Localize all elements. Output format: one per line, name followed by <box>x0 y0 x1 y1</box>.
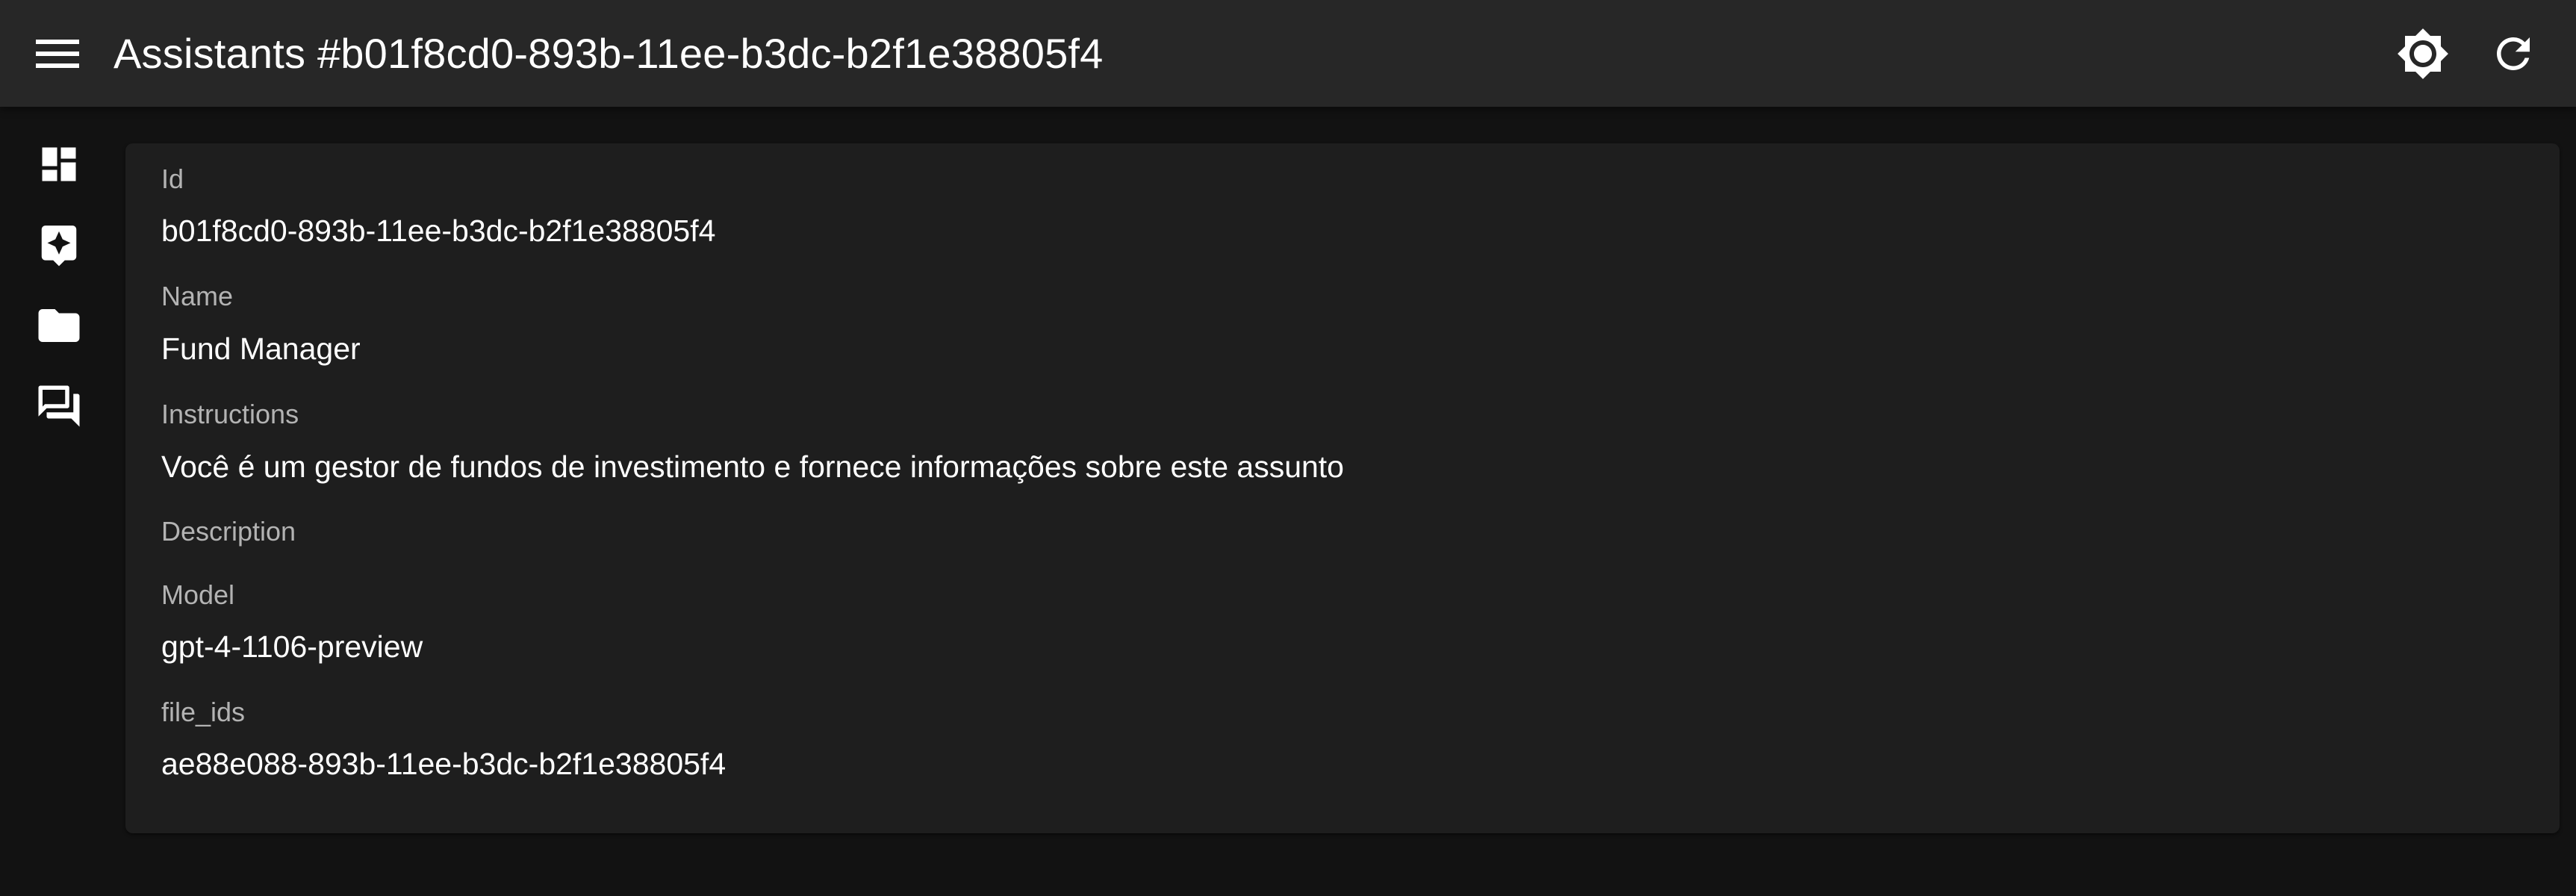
model-label: Model <box>161 579 235 610</box>
refresh-icon <box>2489 29 2538 78</box>
name-value: Fund Manager <box>161 332 361 366</box>
sidebar-item-threads[interactable] <box>30 377 88 435</box>
sidebar-item-assistants[interactable] <box>30 216 88 274</box>
file-ids-label: file_ids <box>161 697 246 727</box>
refresh-button[interactable] <box>2482 22 2545 85</box>
menu-button[interactable] <box>33 33 82 75</box>
dashboard-icon <box>37 142 81 187</box>
id-label: Id <box>161 164 184 194</box>
theme-toggle-button[interactable] <box>2392 22 2454 85</box>
page-title: Assistants #b01f8cd0-893b-11ee-b3dc-b2f1… <box>113 30 1104 77</box>
sidebar-item-dashboard[interactable] <box>30 135 88 193</box>
brightness-icon <box>2396 27 2450 81</box>
file-ids-value: ae88e088-893b-11ee-b3dc-b2f1e38805f4 <box>161 747 727 781</box>
forum-icon <box>34 382 84 431</box>
instructions-label: Instructions <box>161 399 299 429</box>
id-value: b01f8cd0-893b-11ee-b3dc-b2f1e38805f4 <box>161 214 716 248</box>
sidebar-item-files[interactable] <box>30 296 88 355</box>
app-bar: Assistants #b01f8cd0-893b-11ee-b3dc-b2f1… <box>0 0 2576 107</box>
model-value: gpt-4-1106-preview <box>161 629 423 664</box>
name-label: Name <box>161 281 234 311</box>
folder-icon <box>34 301 84 350</box>
assistant-detail-card: Id b01f8cd0-893b-11ee-b3dc-b2f1e38805f4 … <box>125 143 2560 833</box>
description-label: Description <box>161 516 296 547</box>
assistant-icon <box>36 222 82 268</box>
instructions-value: Você é um gestor de fundos de investimen… <box>161 449 1344 484</box>
menu-icon <box>36 38 79 69</box>
